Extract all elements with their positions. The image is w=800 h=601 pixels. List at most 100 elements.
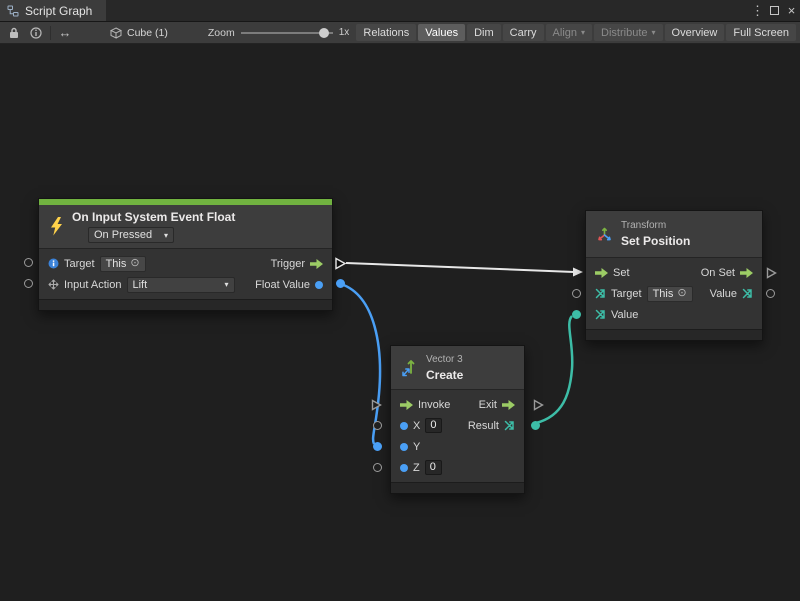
event-mode-dropdown[interactable]: On Pressed ▾	[88, 227, 174, 243]
event-node-footer	[39, 299, 332, 310]
expand-button[interactable]: ↔	[54, 23, 76, 43]
port-row-z: Z 0	[391, 457, 524, 478]
transform-node-title: Set Position	[621, 234, 690, 248]
vector-port-icon[interactable]	[504, 420, 515, 431]
ext-port-value-output[interactable]	[766, 289, 775, 298]
dim-button[interactable]: Dim	[467, 24, 501, 41]
chevron-down-icon: ▾	[581, 28, 585, 37]
port-row-target: Target This ⊙ Trigger	[39, 253, 332, 274]
ext-port-float-value-output[interactable]	[336, 279, 345, 288]
ext-port-x-input[interactable]	[373, 421, 382, 430]
ext-port-exit-output[interactable]	[533, 399, 544, 411]
flow-arrow-icon[interactable]	[310, 259, 323, 269]
flow-arrow-icon[interactable]	[502, 400, 515, 410]
trigger-port-label: Trigger	[271, 258, 305, 270]
window-titlebar: Script Graph ⋮ ×	[0, 0, 800, 22]
ext-port-result-output[interactable]	[531, 421, 540, 430]
graph-target-indicator[interactable]: Cube (1)	[110, 27, 168, 39]
overview-button[interactable]: Overview	[665, 24, 725, 41]
node-vector3-create[interactable]: Vector 3 Create Invoke Exit X	[390, 345, 525, 494]
transform-node-subtitle: Transform	[621, 220, 690, 231]
target-object-value: This	[106, 258, 127, 270]
float-port-icon[interactable]	[315, 281, 323, 289]
port-row-x-result: X 0 Result	[391, 415, 524, 436]
invoke-port-label: Invoke	[418, 399, 450, 411]
zoom-label: Zoom	[208, 27, 235, 39]
vector3-node-title: Create	[426, 368, 463, 382]
window-close-button[interactable]: ×	[783, 0, 800, 21]
ext-port-on-set-output[interactable]	[766, 267, 777, 279]
y-port-label: Y	[413, 441, 420, 453]
vector3-node-footer	[391, 482, 524, 493]
port-row-set-onset: Set On Set	[586, 262, 762, 283]
ext-port-z-input[interactable]	[373, 463, 382, 472]
transform-node-body: Set On Set Target This ⊙ Valu	[586, 258, 762, 329]
relations-button[interactable]: Relations	[356, 24, 416, 41]
flow-arrow-icon[interactable]	[400, 400, 413, 410]
vector3-node-header[interactable]: Vector 3 Create	[391, 346, 524, 390]
values-button[interactable]: Values	[418, 24, 465, 41]
ext-port-transform-target-input[interactable]	[572, 289, 581, 298]
vector3-node-body: Invoke Exit X 0 Result	[391, 390, 524, 482]
zoom-value: 1x	[339, 27, 350, 38]
input-action-value: Lift	[133, 279, 148, 291]
target-port-label: Target	[64, 258, 95, 270]
graph-target-label: Cube (1)	[127, 27, 168, 39]
full-screen-button[interactable]: Full Screen	[726, 24, 796, 41]
input-action-dropdown[interactable]: Lift ▾	[127, 277, 235, 293]
node-on-input-system-event-float[interactable]: On Input System Event Float On Pressed ▾…	[38, 198, 333, 311]
flow-arrow-icon[interactable]	[740, 268, 753, 278]
transform-node-header[interactable]: Transform Set Position	[586, 211, 762, 258]
target-object-picker[interactable]: This ⊙	[100, 256, 146, 272]
ext-port-value-input[interactable]	[572, 310, 581, 319]
ext-port-y-input[interactable]	[373, 442, 382, 451]
close-icon: ×	[788, 3, 796, 18]
ext-port-target-input[interactable]	[24, 258, 33, 267]
zoom-slider-handle[interactable]	[319, 28, 329, 38]
carry-button[interactable]: Carry	[503, 24, 544, 41]
vector-port-icon[interactable]	[595, 288, 606, 299]
zoom-slider[interactable]	[241, 27, 333, 39]
inspect-button[interactable]	[25, 23, 47, 43]
input-action-port-label: Input Action	[64, 279, 122, 291]
maximize-icon	[770, 6, 779, 15]
event-node-header[interactable]: On Input System Event Float On Pressed ▾	[39, 205, 332, 249]
lightning-icon	[49, 217, 64, 236]
unity-script-graph-window: { "window": { "tab": "Script Graph" }, "…	[0, 0, 800, 601]
float-port-icon[interactable]	[400, 464, 408, 472]
object-picker-icon: ⊙	[677, 288, 686, 299]
event-node-title: On Input System Event Float	[72, 210, 235, 224]
event-mode-value: On Pressed	[94, 229, 152, 241]
x-value-field[interactable]: 0	[425, 418, 442, 433]
tab-label: Script Graph	[25, 4, 92, 18]
menu-dots-icon: ⋮	[751, 3, 764, 19]
result-port-label: Result	[468, 420, 499, 432]
ext-port-trigger-output[interactable]	[334, 257, 347, 270]
float-port-icon[interactable]	[400, 422, 408, 430]
tab-script-graph[interactable]: Script Graph	[0, 0, 106, 21]
vector-port-icon[interactable]	[595, 309, 606, 320]
on-set-port-label: On Set	[701, 267, 735, 279]
node-transform-set-position[interactable]: Transform Set Position Set On Set	[585, 210, 763, 341]
vector3-icon	[401, 358, 418, 377]
z-value-field[interactable]: 0	[425, 460, 442, 475]
align-dropdown-button[interactable]: Align▾	[546, 24, 592, 41]
transform-node-footer	[586, 329, 762, 340]
wire-trigger-to-set[interactable]	[346, 263, 574, 272]
window-maximize-button[interactable]	[766, 0, 783, 21]
transform-target-object-picker[interactable]: This ⊙	[647, 286, 693, 302]
lock-button[interactable]	[3, 23, 25, 43]
graph-canvas[interactable]: On Input System Event Float On Pressed ▾…	[0, 44, 800, 601]
window-menu-button[interactable]: ⋮	[749, 0, 766, 21]
wire-floatvalue-to-y[interactable]	[341, 284, 380, 444]
vector-port-icon[interactable]	[742, 288, 753, 299]
ext-port-input-action-input[interactable]	[24, 279, 33, 288]
float-port-icon[interactable]	[400, 443, 408, 451]
z-port-label: Z	[413, 462, 420, 474]
port-row-input-action: Input Action Lift ▾ Float Value	[39, 274, 332, 295]
script-graph-icon	[7, 5, 19, 17]
ext-port-invoke-input[interactable]	[371, 399, 382, 411]
values-label: Values	[425, 27, 458, 39]
flow-arrow-icon[interactable]	[595, 268, 608, 278]
distribute-dropdown-button[interactable]: Distribute▾	[594, 24, 662, 41]
